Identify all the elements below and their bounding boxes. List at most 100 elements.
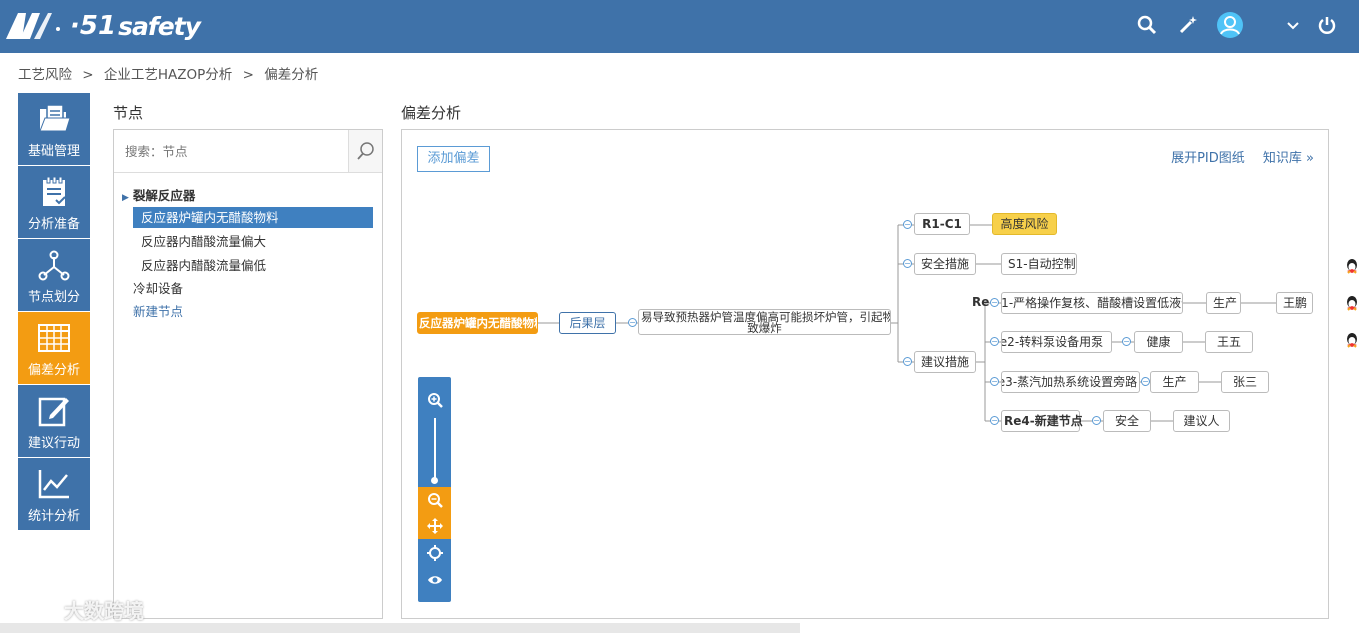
collapse-toggle[interactable]: − [903,357,912,366]
new-node-link[interactable]: 新建节点 [133,301,183,322]
mindmap-suggestion-node[interactable]: Re1-严格操作复核、醋酸槽设置低液位报警 [1001,292,1183,314]
collapse-toggle[interactable]: − [1141,377,1150,386]
zoom-toolbar [418,377,451,602]
nav-label: 偏差分析 [27,363,80,378]
nav-label: 分析准备 [27,217,80,232]
zoom-out-icon[interactable] [418,487,451,513]
watermark-text: 大数跨境 [64,598,144,623]
line-chart-icon [38,470,69,499]
tree-item[interactable]: 反应器内醋酸流量偏大 [141,231,266,252]
collapse-toggle[interactable]: − [1122,337,1131,346]
move-icon[interactable] [418,513,451,539]
nav-label: 基础管理 [27,144,80,159]
top-bar: ·51 safety [0,0,1359,53]
zoom-slider-track[interactable] [434,418,436,482]
add-deviation-button[interactable]: 添加偏差 [417,146,490,172]
mindmap-type-node[interactable]: 安全 [1103,410,1151,432]
tree-item[interactable]: 冷却设备 [133,278,183,299]
mindmap-suggestion-node[interactable]: Re3-蒸汽加热系统设置旁路 [1001,371,1140,393]
panel-links: 展开PID图纸 知识库 » [1157,147,1314,166]
search-icon [356,142,374,160]
qq-chat-icon[interactable] [1345,258,1359,274]
breadcrumb: 工艺风险 > 企业工艺HAZOP分析 > 偏差分析 [18,63,324,83]
nav-item-basic-management[interactable]: 基础管理 [18,93,90,165]
collapse-toggle[interactable]: − [990,298,999,307]
expand-pid-link[interactable]: 展开PID图纸 [1171,151,1245,166]
mindmap-risk-level-node[interactable]: 高度风险 [992,213,1057,235]
nav-label: 统计分析 [27,509,80,524]
breadcrumb-item[interactable]: 工艺风险 [18,67,72,83]
node-search [114,130,382,173]
breadcrumb-current: 偏差分析 [264,67,319,83]
qq-chat-icon[interactable] [1345,295,1359,311]
zoom-slider-handle[interactable] [431,477,438,484]
nav-item-node-division[interactable]: 节点划分 [18,239,90,311]
horizontal-scrollbar[interactable] [0,623,800,633]
power-icon[interactable] [1312,10,1342,40]
clipboard-check-icon [43,176,66,206]
watermark-logo-icon [13,600,58,619]
collapse-toggle[interactable]: − [903,220,912,229]
mindmap-owner-node[interactable]: 王五 [1205,331,1253,353]
deviation-panel-title: 偏差分析 [401,104,462,122]
chevron-down-icon[interactable] [1278,10,1308,40]
tree-item[interactable]: 反应器内醋酸流量偏低 [141,255,266,276]
mindmap-safety-measures-node[interactable]: 安全措施 [914,253,976,275]
logo-mark-icon [6,13,60,39]
tree-item-selected[interactable]: 反应器炉罐内无醋酸物料 [133,207,373,228]
tree-group[interactable]: ▶ 裂解反应器 [122,185,195,206]
knowledge-base-link[interactable]: 知识库 » [1263,151,1314,166]
mindmap-suggestion-node[interactable]: Re2-转料泵设备用泵 [1001,331,1112,353]
mindmap-owner-node[interactable]: 张三 [1221,371,1269,393]
eye-icon[interactable] [418,567,451,593]
mindmap-root-node[interactable]: 反应器炉罐内无醋酸物料 [417,312,538,334]
zoom-in-icon[interactable] [418,387,451,413]
node-search-input[interactable] [114,130,348,172]
mindmap-suggestion-prefix: Re [972,295,990,309]
nav-item-deviation-analysis[interactable]: 偏差分析 [18,312,90,384]
search-icon[interactable] [1132,10,1162,40]
center-icon[interactable] [418,540,451,566]
mindmap-suggestion-node[interactable]: Re4-新建节点 [1001,410,1083,432]
mindmap-type-node[interactable]: 生产 [1150,371,1199,393]
mindmap-type-node[interactable]: 健康 [1134,331,1183,353]
consequence-line-2: 致爆炸 [747,321,782,335]
node-graph-icon [38,250,70,281]
mindmap-suggested-measures-node[interactable]: 建议措施 [914,351,976,373]
mindmap-owner-node[interactable]: 建议人 [1173,410,1230,432]
mindmap-risk-id-node[interactable]: R1-C1 [914,213,970,235]
mindmap-type-node[interactable]: 生产 [1206,292,1241,314]
folder-doc-icon [39,104,71,132]
nav-label: 建议行动 [27,436,80,451]
node-panel-title: 节点 [113,104,144,122]
collapse-toggle[interactable]: − [903,259,912,268]
nav-label: 节点划分 [27,290,80,305]
nav-item-statistics[interactable]: 统计分析 [18,458,90,530]
nav-item-analysis-prep[interactable]: 分析准备 [18,166,90,238]
collapse-toggle[interactable]: − [990,377,999,386]
caret-right-icon[interactable]: ▶ [122,193,129,203]
collapse-toggle[interactable]: − [1092,416,1101,425]
user-avatar-icon[interactable] [1215,10,1245,40]
qq-chat-icon[interactable] [1345,332,1359,348]
collapse-toggle[interactable]: − [990,337,999,346]
mindmap-consequence-node[interactable]: 易导致预热器炉管温度偏高可能损坏炉管，引起物料泄漏，导 致爆炸 [638,309,891,335]
mindmap-safety-item-node[interactable]: S1-自动控制 [1001,253,1077,275]
collapse-toggle[interactable]: − [990,416,999,425]
search-button[interactable] [348,130,382,172]
mindmap-owner-node[interactable]: 王鹏 [1276,292,1313,314]
node-panel: ▶裂解反应器 反应器炉罐内无醋酸物料 反应器内醋酸流量偏大 反应器内醋酸流量偏低… [113,129,383,619]
collapse-toggle[interactable]: − [628,318,637,327]
mindmap-layer-node[interactable]: 后果层 [559,312,616,334]
tree-group-label: 裂解反应器 [132,188,196,203]
breadcrumb-item[interactable]: 企业工艺HAZOP分析 [104,67,232,83]
grid-table-icon [38,324,70,352]
edit-icon [38,397,69,427]
watermark: 大数跨境 [10,594,144,624]
nav-item-suggested-actions[interactable]: 建议行动 [18,385,90,457]
magic-wand-icon[interactable] [1173,10,1203,40]
logo[interactable]: ·51 safety [4,6,201,46]
logo-prefix: ·51 [70,11,117,41]
breadcrumb-separator: > [242,67,254,83]
breadcrumb-separator: > [82,67,94,83]
